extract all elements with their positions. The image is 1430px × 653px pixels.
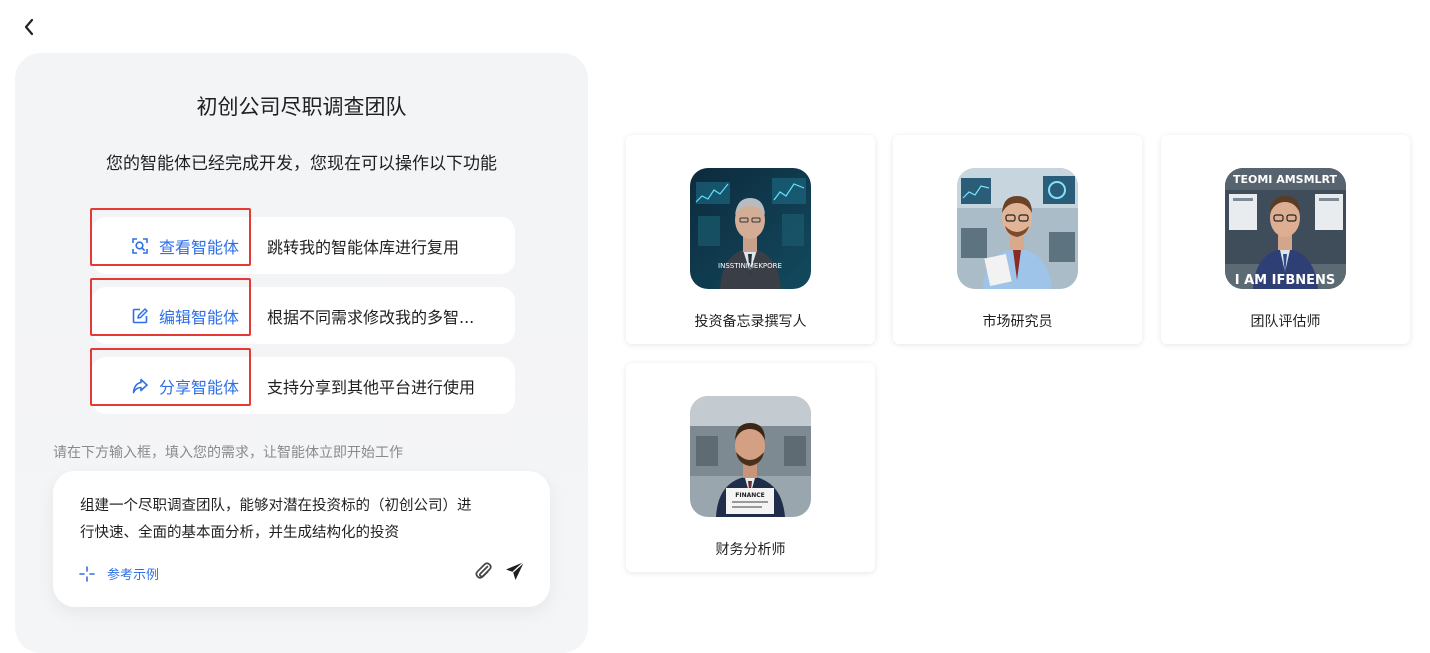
view-agent-button[interactable]: 查看智能体 xyxy=(90,208,251,274)
view-agent-description: 跳转我的智能体库进行复用 xyxy=(267,237,460,257)
attach-button[interactable] xyxy=(472,560,494,582)
view-search-icon xyxy=(131,237,149,255)
send-icon xyxy=(506,561,525,580)
edit-icon xyxy=(131,307,149,325)
example-button[interactable]: 参考示例 xyxy=(79,564,159,583)
view-agent-label: 查看智能体 xyxy=(158,237,239,257)
requirement-input[interactable]: 组建一个尽职调查团队，能够对潜在投资标的（初创公司）进行快速、全面的基本面分析，… xyxy=(80,493,475,547)
requirement-input-box[interactable]: 组建一个尽职调查团队，能够对潜在投资标的（初创公司）进行快速、全面的基本面分析，… xyxy=(53,471,550,607)
agent-card-financial-analyst[interactable]: FINANCE 财务分析师 xyxy=(626,363,875,572)
action-row-view: 查看智能体 跳转我的智能体库进行复用 xyxy=(90,208,515,274)
agent-name: 团队评估师 xyxy=(1250,314,1321,330)
agent-name: 财务分析师 xyxy=(715,542,786,558)
action-row-edit: 编辑智能体 根据不同需求修改我的多智... xyxy=(90,278,515,344)
poster-text: TEOMI AMSMLRT xyxy=(1233,173,1338,186)
poster-text: FINANCE xyxy=(735,492,765,499)
poster-text: INSSTINIMEKPORE xyxy=(718,262,782,270)
action-row-share: 分享智能体 支持分享到其他平台进行使用 xyxy=(90,348,515,414)
panel-subtitle: 您的智能体已经完成开发，您现在可以操作以下功能 xyxy=(106,154,497,174)
agent-card-market-researcher[interactable]: 市场研究员 xyxy=(893,135,1142,344)
send-button[interactable] xyxy=(504,560,526,582)
input-hint: 请在下方输入框，填入您的需求，让智能体立即开始工作 xyxy=(53,445,403,461)
example-label: 参考示例 xyxy=(107,568,160,583)
back-button[interactable] xyxy=(18,14,40,40)
share-agent-label: 分享智能体 xyxy=(158,377,239,397)
chevron-left-icon xyxy=(24,18,34,36)
edit-agent-description: 根据不同需求修改我的多智... xyxy=(267,307,475,327)
team-evaluator-avatar: TEOMI AMSMLRT I AM IFBNENS xyxy=(1225,168,1346,289)
agent-card-investment-memo-writer[interactable]: INSSTINIMEKPORE 投资备忘录撰写人 xyxy=(626,135,875,344)
agent-ready-panel: 初创公司尽职调查团队 您的智能体已经完成开发，您现在可以操作以下功能 查看智能体… xyxy=(15,53,588,653)
agent-name: 市场研究员 xyxy=(982,314,1053,330)
edit-agent-button[interactable]: 编辑智能体 xyxy=(90,278,251,344)
edit-agent-label: 编辑智能体 xyxy=(158,307,239,327)
market-researcher-avatar xyxy=(957,168,1078,289)
agent-card-team-evaluator[interactable]: TEOMI AMSMLRT I AM IFBNENS 团队评估师 xyxy=(1161,135,1410,344)
sparkle-icon xyxy=(79,565,95,582)
share-agent-button[interactable]: 分享智能体 xyxy=(90,348,251,414)
share-icon xyxy=(131,377,149,395)
investment-memo-writer-avatar: INSSTINIMEKPORE xyxy=(690,168,811,289)
page-title: 初创公司尽职调查团队 xyxy=(196,95,407,119)
financial-analyst-avatar: FINANCE xyxy=(690,396,811,517)
paperclip-icon xyxy=(475,562,492,579)
share-agent-description: 支持分享到其他平台进行使用 xyxy=(267,377,476,397)
agent-name: 投资备忘录撰写人 xyxy=(694,314,807,330)
poster-text: I AM IFBNENS xyxy=(1235,273,1336,288)
